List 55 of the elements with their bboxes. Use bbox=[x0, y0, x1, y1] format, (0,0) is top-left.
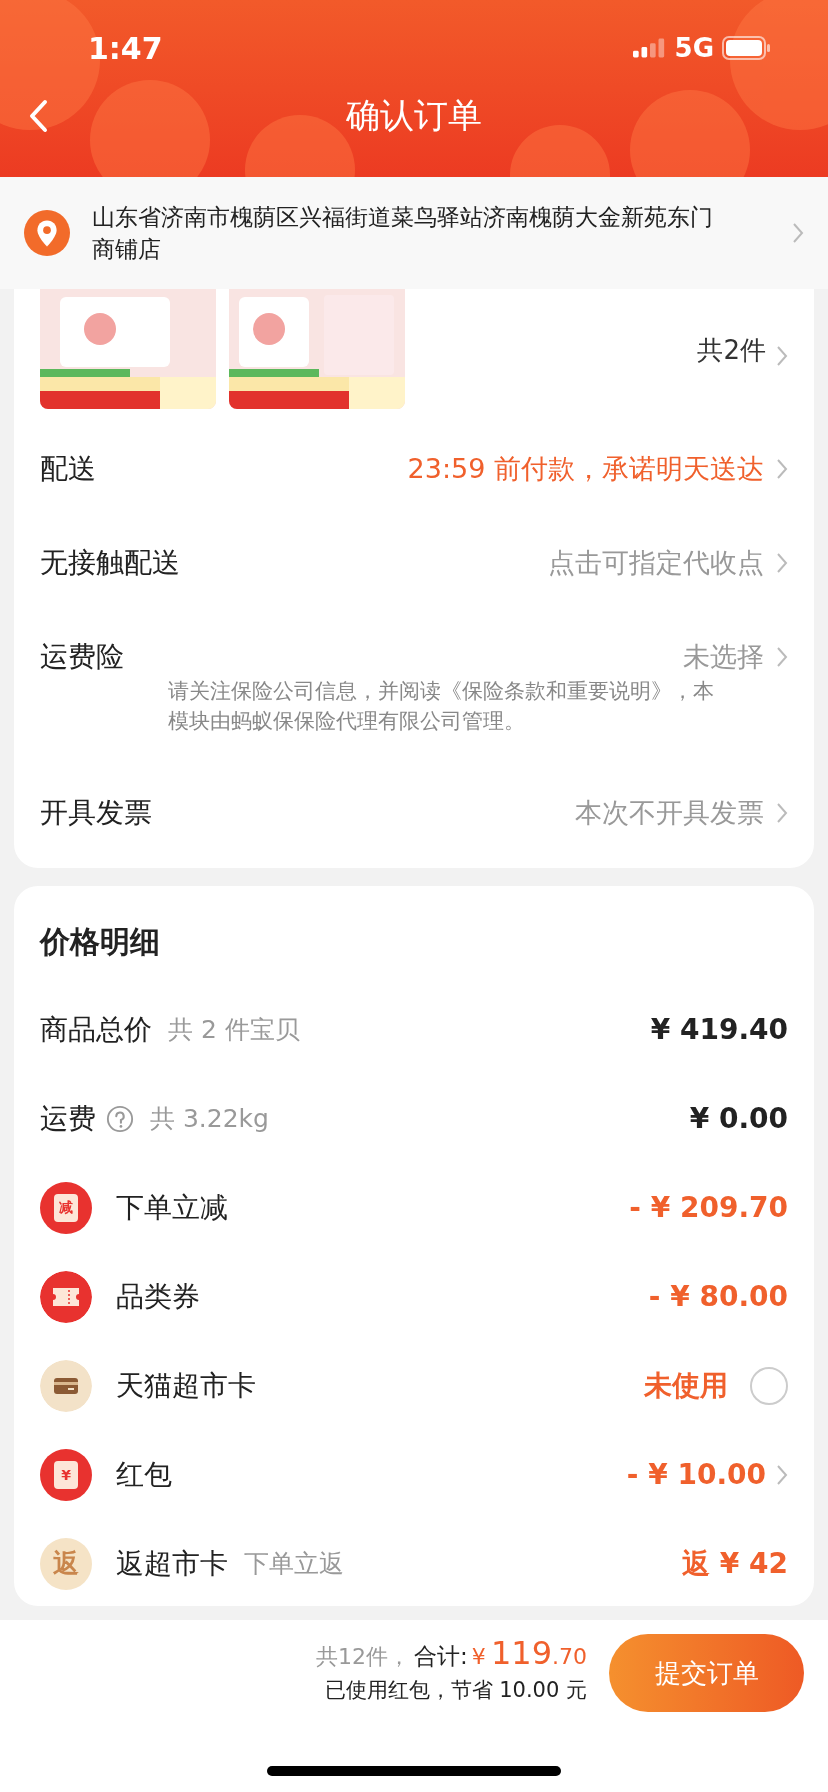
chevron-right-icon bbox=[776, 552, 788, 574]
price-label: 商品总价 bbox=[40, 1011, 152, 1048]
option-value[interactable]: 23:59 前付款，承诺明天送达 bbox=[407, 451, 764, 487]
option-label: 运费险 bbox=[40, 639, 125, 675]
option-value[interactable]: 未选择 bbox=[683, 639, 764, 675]
price-amount: 未使用 bbox=[644, 1367, 728, 1404]
price-label: 品类券 bbox=[116, 1278, 200, 1315]
price-amount: - ¥ 209.70 bbox=[629, 1191, 788, 1224]
status-time: 1:47 bbox=[88, 30, 163, 66]
price-amount: 返 ¥ 42 bbox=[682, 1545, 788, 1582]
option-label: 无接触配送 bbox=[40, 545, 181, 581]
price-label: 返超市卡 bbox=[116, 1545, 228, 1582]
option-value[interactable]: 点击可指定代收点 bbox=[548, 545, 764, 581]
total-price: ¥119.70 bbox=[471, 1634, 587, 1672]
price-amount: ¥ 0.00 bbox=[689, 1102, 788, 1135]
price-sublabel: 共 3.22kg bbox=[150, 1103, 269, 1135]
battery-icon bbox=[722, 36, 772, 60]
item-total-count: 共12件， bbox=[316, 1643, 411, 1671]
price-sublabel: 下单立返 bbox=[244, 1548, 344, 1580]
rebate-icon: 返 bbox=[40, 1537, 92, 1590]
chevron-right-icon bbox=[776, 344, 788, 367]
savings-note: 已使用红包，节省 10.00 元 bbox=[324, 1677, 587, 1704]
insurance-note: 请关注保险公司信息，并阅读《保险条款和重要说明》，本模块由蚂蚁保保险代理有限公司管理。 bbox=[168, 678, 715, 735]
chevron-right-icon bbox=[776, 646, 788, 668]
address-text: 山东省济南市槐荫区兴福街道菜鸟驿站济南槐荫大金新苑东门商铺店 bbox=[92, 203, 714, 264]
price-label: 运费 bbox=[40, 1100, 96, 1137]
price-amount: - ¥ 10.00 bbox=[626, 1458, 766, 1491]
ticket-icon bbox=[40, 1270, 92, 1323]
chevron-right-icon bbox=[776, 458, 788, 480]
price-label: 下单立减 bbox=[116, 1189, 228, 1226]
option-label: 配送 bbox=[40, 451, 97, 487]
envelope-icon: 减 bbox=[40, 1181, 92, 1234]
total-label: 合计: bbox=[414, 1642, 468, 1671]
submit-order-button[interactable]: 提交订单 bbox=[609, 1634, 804, 1712]
option-label: 开具发票 bbox=[40, 795, 153, 831]
price-amount: ¥ 419.40 bbox=[650, 1013, 788, 1046]
radio-button[interactable] bbox=[750, 1366, 788, 1405]
price-amount: - ¥ 80.00 bbox=[648, 1280, 788, 1313]
price-sublabel: 共 2 件宝贝 bbox=[168, 1014, 300, 1046]
chevron-right-icon bbox=[776, 802, 788, 824]
item-count-link[interactable]: 共2件 bbox=[697, 333, 766, 378]
back-icon[interactable] bbox=[28, 98, 48, 133]
envelope-icon: ¥ bbox=[40, 1448, 92, 1501]
section-title: 价格明细 bbox=[40, 923, 161, 961]
option-value[interactable]: 本次不开具发票 bbox=[575, 795, 764, 831]
network-label: 5G bbox=[674, 33, 714, 63]
price-label: 红包 bbox=[116, 1456, 172, 1493]
chevron-right-icon bbox=[792, 222, 804, 244]
page-title: 确认订单 bbox=[346, 93, 482, 137]
address-bar[interactable]: 山东省济南市槐荫区兴福街道菜鸟驿站济南槐荫大金新苑东门商铺店 bbox=[0, 177, 828, 289]
signal-icon bbox=[632, 38, 667, 58]
price-label: 天猫超市卡 bbox=[116, 1367, 256, 1404]
location-pin-icon bbox=[24, 210, 70, 256]
help-icon[interactable] bbox=[106, 1104, 134, 1133]
card-icon bbox=[40, 1359, 92, 1412]
